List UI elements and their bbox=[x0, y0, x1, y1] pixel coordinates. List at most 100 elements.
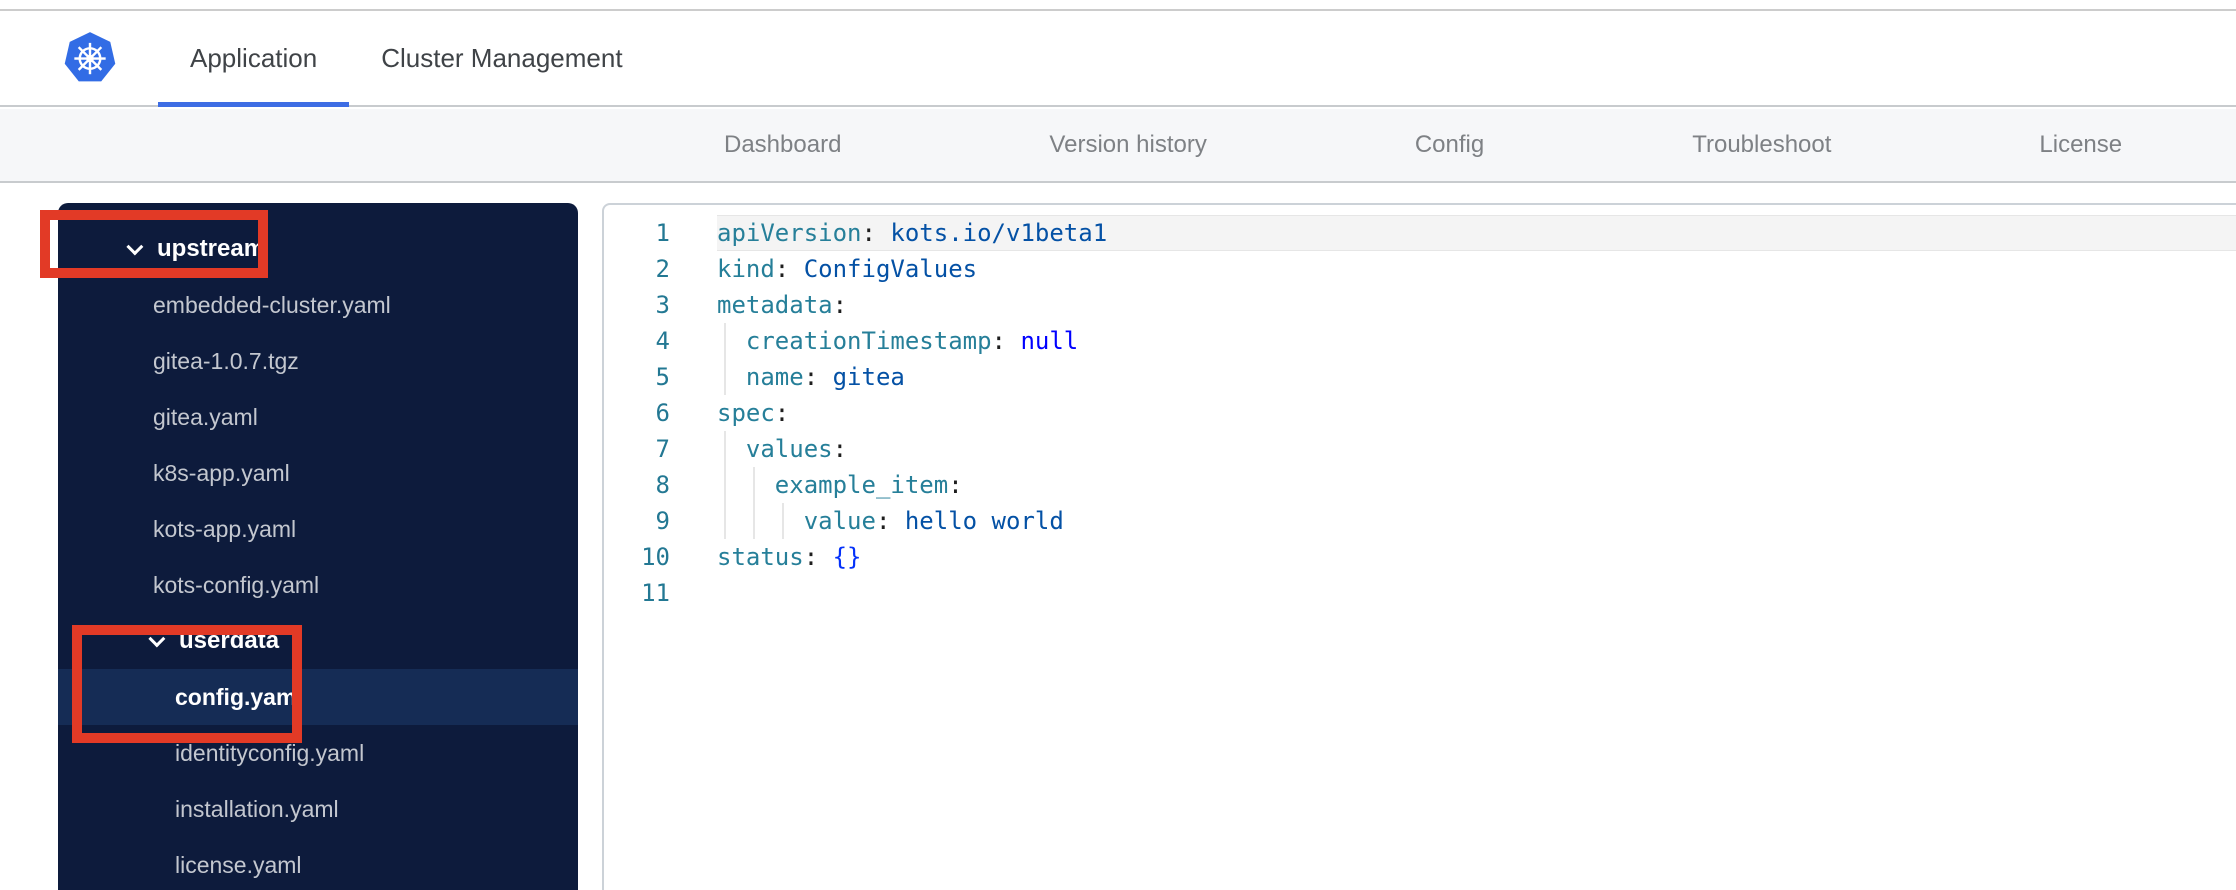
indent-guide bbox=[724, 323, 726, 359]
line-number: 8 bbox=[655, 471, 670, 499]
file-license-yaml[interactable]: license.yaml bbox=[58, 837, 578, 890]
file-k8s-app-yaml[interactable]: k8s-app.yaml bbox=[58, 445, 578, 501]
folder-userdata[interactable]: userdata bbox=[58, 613, 578, 669]
tab-version-history[interactable]: Version history bbox=[1025, 109, 1230, 181]
tree-item-label: license.yaml bbox=[175, 851, 302, 878]
tab-dashboard[interactable]: Dashboard bbox=[700, 109, 865, 181]
code-token: spec bbox=[717, 399, 775, 427]
file-identityconfig-yaml[interactable]: identityconfig.yaml bbox=[58, 725, 578, 781]
tree-item-label: userdata bbox=[179, 627, 280, 654]
line-number: 10 bbox=[641, 543, 670, 571]
tree-item-label: kots-app.yaml bbox=[153, 515, 297, 542]
tab-license[interactable]: License bbox=[2015, 109, 2146, 181]
code-line-11: 11 bbox=[604, 575, 2236, 611]
code-token: name bbox=[745, 363, 804, 391]
code-token: : bbox=[861, 219, 891, 247]
indent-guide bbox=[782, 503, 784, 539]
file-gitea-yaml[interactable]: gitea.yaml bbox=[58, 389, 578, 445]
code-token: values bbox=[745, 435, 833, 463]
code-token: metadata bbox=[717, 291, 833, 319]
kubernetes-logo-icon bbox=[64, 32, 116, 82]
code-line-content: apiVersion: kots.io/v1beta1 bbox=[717, 215, 2236, 251]
code-token: : bbox=[803, 543, 833, 571]
code-line-content: status: {} bbox=[717, 539, 2236, 575]
app-header: Application Cluster Management bbox=[0, 11, 2236, 107]
file-config-yaml[interactable]: config.yaml bbox=[58, 669, 578, 725]
file-gitea-1-0-7-tgz[interactable]: gitea-1.0.7.tgz bbox=[58, 333, 578, 389]
line-number: 3 bbox=[655, 291, 670, 319]
code-line-content bbox=[717, 575, 2236, 611]
tree-item-label: kots-config.yaml bbox=[153, 571, 320, 598]
tab-label: License bbox=[2039, 131, 2123, 158]
tree-item-label: identityconfig.yaml bbox=[175, 739, 365, 766]
code-token: kind bbox=[717, 255, 775, 283]
indent-guide bbox=[753, 467, 755, 503]
code-line-5: 5 name: gitea bbox=[604, 359, 2236, 395]
chevron-down-icon bbox=[126, 238, 144, 256]
code-line-content: values: bbox=[717, 431, 2236, 467]
code-token: hello world bbox=[904, 507, 1064, 535]
tree-item-label: installation.yaml bbox=[175, 795, 339, 822]
code-line-4: 4 creationTimestamp: null bbox=[604, 323, 2236, 359]
indent-guide bbox=[724, 503, 726, 539]
tab-label: Dashboard bbox=[724, 131, 842, 158]
code-line-content: value: hello world bbox=[717, 503, 2236, 539]
code-line-content: creationTimestamp: null bbox=[717, 323, 2236, 359]
code-token: : bbox=[832, 435, 848, 463]
tree-item-label: gitea-1.0.7.tgz bbox=[153, 347, 299, 374]
tab-config[interactable]: Config bbox=[1391, 109, 1508, 181]
code-token: status bbox=[717, 543, 804, 571]
code-line-9: 9 value: hello world bbox=[604, 503, 2236, 539]
tab-cluster-management[interactable]: Cluster Management bbox=[349, 11, 654, 105]
code-line-10: 10 status: {} bbox=[604, 539, 2236, 575]
file-embedded-cluster-yaml[interactable]: embedded-cluster.yaml bbox=[58, 277, 578, 333]
code-line-3: 3 metadata: bbox=[604, 287, 2236, 323]
tab-label: Troubleshoot bbox=[1692, 131, 1832, 158]
code-line-content: metadata: bbox=[717, 287, 2236, 323]
tab-label: Config bbox=[1414, 131, 1485, 158]
code-token: example_item bbox=[774, 471, 949, 499]
code-line-content: spec: bbox=[717, 395, 2236, 431]
tree-item-label: embedded-cluster.yaml bbox=[153, 291, 391, 318]
line-number: 2 bbox=[655, 255, 670, 283]
file-kots-app-yaml[interactable]: kots-app.yaml bbox=[58, 501, 578, 557]
file-kots-config-yaml[interactable]: kots-config.yaml bbox=[58, 557, 578, 613]
line-number: 1 bbox=[655, 219, 670, 247]
indent-guide bbox=[724, 467, 726, 503]
chevron-down-icon bbox=[148, 630, 166, 648]
code-line-8: 8 example_item: bbox=[604, 467, 2236, 503]
code-token: : bbox=[832, 291, 848, 319]
code-token: : bbox=[774, 399, 790, 427]
code-token: kots.io/v1beta1 bbox=[890, 219, 1108, 247]
indent-guide bbox=[753, 503, 755, 539]
code-token: : bbox=[803, 363, 833, 391]
file-tree-list: upstream embedded-cluster.yaml gitea-1.0.7… bbox=[58, 203, 578, 890]
code-line-content: kind: ConfigValues bbox=[717, 251, 2236, 287]
tree-item-label: config.yaml bbox=[175, 683, 303, 710]
app-tabs-nav: Dashboard Version history Config Troublesho… bbox=[0, 109, 2236, 183]
code-token: : bbox=[948, 471, 963, 499]
code-line-6: 6 spec: bbox=[604, 395, 2236, 431]
tab-application[interactable]: Application bbox=[158, 11, 350, 107]
file-installation-yaml[interactable]: installation.yaml bbox=[58, 781, 578, 837]
folder-upstream[interactable]: upstream bbox=[58, 221, 578, 277]
line-number: 5 bbox=[655, 363, 670, 391]
code-line-7: 7 values: bbox=[604, 431, 2236, 467]
indent-guide bbox=[724, 359, 726, 395]
file-tree-sidebar: upstream embedded-cluster.yaml gitea-1.0.7… bbox=[40, 203, 578, 890]
tree-item-label: gitea.yaml bbox=[153, 403, 258, 430]
tab-troubleshoot[interactable]: Troubleshoot bbox=[1668, 109, 1855, 181]
code-editor[interactable]: 1 apiVersion: kots.io/v1beta1 2 kind: Confi… bbox=[602, 203, 2236, 890]
code-token: apiVersion bbox=[717, 219, 862, 247]
code-token: gitea bbox=[832, 363, 905, 391]
tree-item-label: k8s-app.yaml bbox=[153, 459, 290, 486]
code-token: : bbox=[991, 327, 1021, 355]
tree-item-label: upstream bbox=[157, 235, 266, 262]
code-token: creationTimestamp bbox=[745, 327, 992, 355]
code-token: ConfigValues bbox=[803, 255, 978, 283]
line-number: 6 bbox=[655, 399, 670, 427]
code-token: : bbox=[875, 507, 905, 535]
